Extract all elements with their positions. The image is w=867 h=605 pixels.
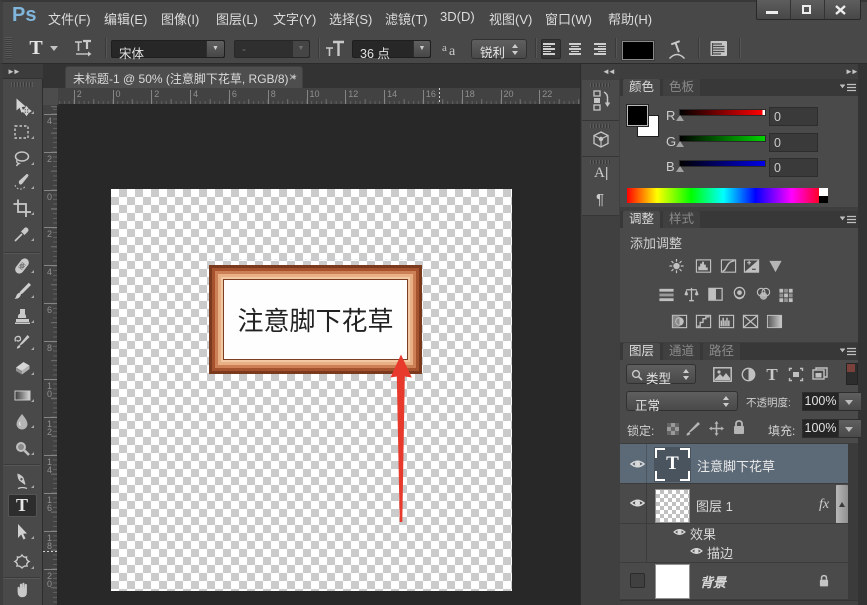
svg-text:a: a <box>449 44 456 58</box>
svg-text:a: a <box>442 42 447 54</box>
svg-text:T: T <box>16 495 28 515</box>
